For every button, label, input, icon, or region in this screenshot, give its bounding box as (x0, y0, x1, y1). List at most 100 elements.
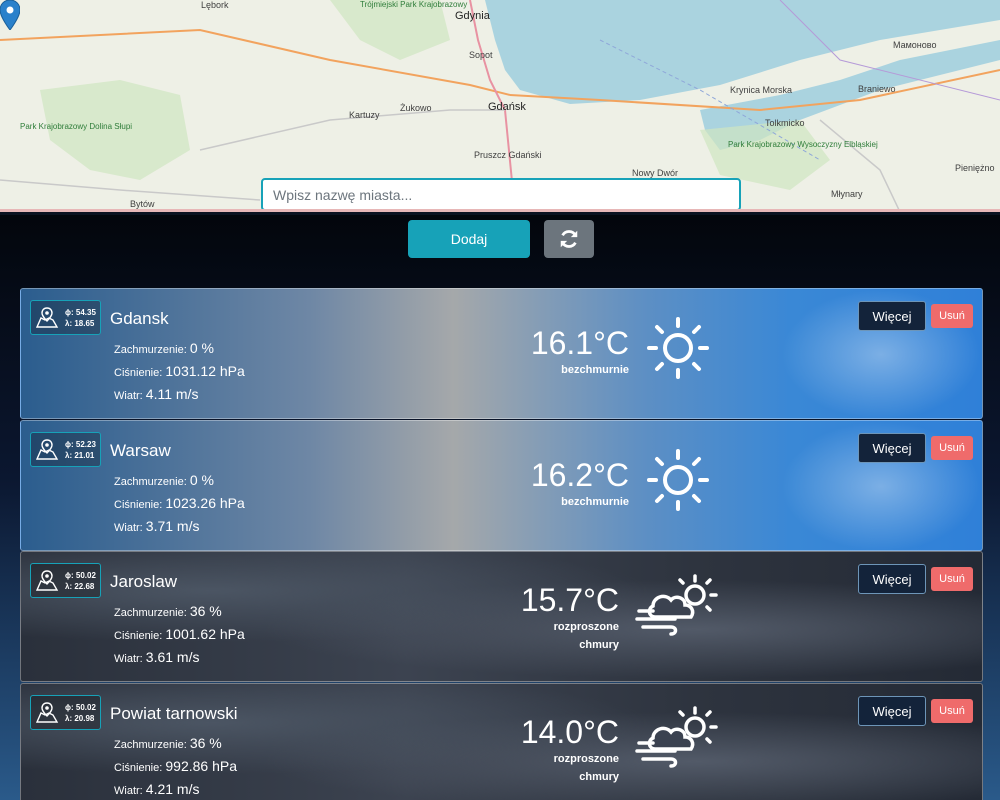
weather-description: bezchmurnie (561, 364, 629, 376)
partly-cloudy-wind-icon (635, 574, 718, 636)
cloudiness-label: Zachmurzenie: (114, 739, 187, 751)
map-label: Gdańsk (488, 101, 526, 113)
map-label: Gdynia (455, 10, 490, 22)
map-label: Kartuzy (349, 110, 380, 120)
delete-button[interactable]: Usuń (931, 436, 973, 460)
longitude-value: 22.68 (74, 581, 95, 591)
map-location-icon (35, 701, 59, 723)
temperature-block: 15.7°C rozproszone chmury (431, 582, 619, 654)
longitude-value: 20.98 (74, 713, 95, 723)
city-search-input[interactable] (261, 178, 741, 209)
latitude-value: 54.35 (75, 307, 96, 317)
pressure-label: Ciśnienie: (114, 762, 163, 774)
sun-icon (647, 317, 709, 379)
city-weather-card: ϕ: 52.23 λ: 21.01 Warsaw Zachmurzenie: 0… (20, 420, 983, 551)
temperature-block: 16.1°C bezchmurnie (441, 325, 629, 379)
map-label: Мамоново (893, 40, 937, 50)
weather-description: bezchmurnie (561, 496, 629, 508)
latitude-value: 50.02 (75, 570, 96, 580)
lat-symbol: ϕ: (65, 570, 74, 580)
pressure-value: 992.86 hPa (165, 758, 237, 774)
city-name: Gdansk (110, 309, 169, 328)
refresh-icon (560, 230, 578, 248)
temperature-value: 15.7°C (520, 582, 619, 618)
delete-button[interactable]: Usuń (931, 567, 973, 591)
cloudiness-label: Zachmurzenie: (114, 344, 187, 356)
wind-label: Wiatr: (114, 785, 143, 797)
delete-button[interactable]: Usuń (931, 699, 973, 723)
cloudiness-label: Zachmurzenie: (114, 607, 187, 619)
coordinates-badge[interactable]: ϕ: 52.23 λ: 21.01 (30, 432, 101, 467)
map-location-icon (35, 569, 59, 591)
city-name: Warsaw (110, 441, 171, 460)
pressure-value: 1001.62 hPa (165, 626, 245, 642)
lon-symbol: λ: (65, 450, 73, 460)
map-location-icon (35, 306, 59, 328)
city-weather-card: ϕ: 50.02 λ: 20.98 Powiat tarnowski Zachm… (20, 683, 983, 800)
wind-value: 4.11 m/s (145, 386, 199, 402)
add-city-button[interactable]: Dodaj (408, 220, 530, 258)
pressure-label: Ciśnienie: (114, 499, 163, 511)
pressure-value: 1031.12 hPa (165, 363, 245, 379)
map-label: Park Krajobrazowy Dolina Słupi (20, 122, 133, 131)
coordinates-badge[interactable]: ϕ: 50.02 λ: 22.68 (30, 563, 101, 598)
cloudiness-value: 0 % (189, 340, 214, 356)
map-label: Pieniężno (955, 163, 995, 173)
map-location-icon (35, 438, 59, 460)
lat-symbol: ϕ: (65, 702, 74, 712)
wind-label: Wiatr: (114, 653, 143, 665)
weather-details: Zachmurzenie: 0 % Ciśnienie: 1023.26 hPa… (114, 470, 245, 539)
city-weather-card: ϕ: 54.35 λ: 18.65 Gdansk Zachmurzenie: 0… (20, 288, 983, 419)
city-name: Powiat tarnowski (110, 704, 238, 723)
map-label: Krynica Morska (730, 85, 793, 95)
map-label: Bytów (130, 199, 155, 209)
coordinates-values: ϕ: 52.23 λ: 21.01 (65, 439, 96, 461)
map[interactable]: Lębork Trójmiejski Park Krajobrazowy Gdy… (0, 0, 1000, 212)
delete-button[interactable]: Usuń (931, 304, 973, 328)
more-button[interactable]: Więcej (858, 696, 926, 726)
longitude-value: 18.65 (74, 318, 95, 328)
map-label: Pruszcz Gdański (474, 150, 542, 160)
coordinates-badge[interactable]: ϕ: 50.02 λ: 20.98 (30, 695, 101, 730)
coordinates-badge[interactable]: ϕ: 54.35 λ: 18.65 (30, 300, 101, 335)
pressure-value: 1023.26 hPa (165, 495, 245, 511)
coordinates-values: ϕ: 50.02 λ: 22.68 (65, 570, 96, 592)
more-button[interactable]: Więcej (858, 564, 926, 594)
wind-label: Wiatr: (114, 522, 143, 534)
wind-label: Wiatr: (114, 390, 143, 402)
weather-description: rozproszone chmury (553, 753, 619, 783)
map-label: Tolkmicko (765, 118, 805, 128)
more-button[interactable]: Więcej (858, 433, 926, 463)
coordinates-values: ϕ: 54.35 λ: 18.65 (65, 307, 96, 329)
map-marker-icon[interactable] (0, 0, 20, 30)
map-label: Park Krajobrazowy Wysoczyzny Elbląskiej (728, 140, 878, 149)
more-button[interactable]: Więcej (858, 301, 926, 331)
temperature-value: 14.0°C (520, 714, 619, 750)
sun-icon (647, 449, 709, 511)
map-label: Żukowo (400, 103, 432, 113)
city-name: Jaroslaw (110, 572, 178, 591)
weather-details: Zachmurzenie: 0 % Ciśnienie: 1031.12 hPa… (114, 338, 245, 407)
weather-description: rozproszone chmury (553, 621, 619, 651)
lon-symbol: λ: (65, 318, 73, 328)
map-label: Lębork (201, 0, 229, 10)
map-label: Młynary (831, 189, 863, 199)
city-weather-card: ϕ: 50.02 λ: 22.68 Jaroslaw Zachmurzenie:… (20, 551, 983, 682)
map-label: Braniewo (858, 84, 896, 94)
pressure-label: Ciśnienie: (114, 630, 163, 642)
cloudiness-value: 36 % (189, 603, 222, 619)
cloudiness-value: 36 % (189, 735, 222, 751)
map-label: Nowy Dwór (632, 168, 679, 178)
map-label: Trójmiejski Park Krajobrazowy (360, 0, 468, 9)
cloudiness-label: Zachmurzenie: (114, 476, 187, 488)
pressure-label: Ciśnienie: (114, 367, 163, 379)
temperature-value: 16.1°C (530, 325, 629, 361)
lon-symbol: λ: (65, 713, 73, 723)
wind-value: 3.71 m/s (145, 518, 200, 534)
refresh-button[interactable] (544, 220, 594, 258)
temperature-block: 16.2°C bezchmurnie (441, 457, 629, 511)
coordinates-values: ϕ: 50.02 λ: 20.98 (65, 702, 96, 724)
temperature-block: 14.0°C rozproszone chmury (431, 714, 619, 786)
lat-symbol: ϕ: (65, 307, 74, 317)
wind-value: 3.61 m/s (145, 649, 200, 665)
